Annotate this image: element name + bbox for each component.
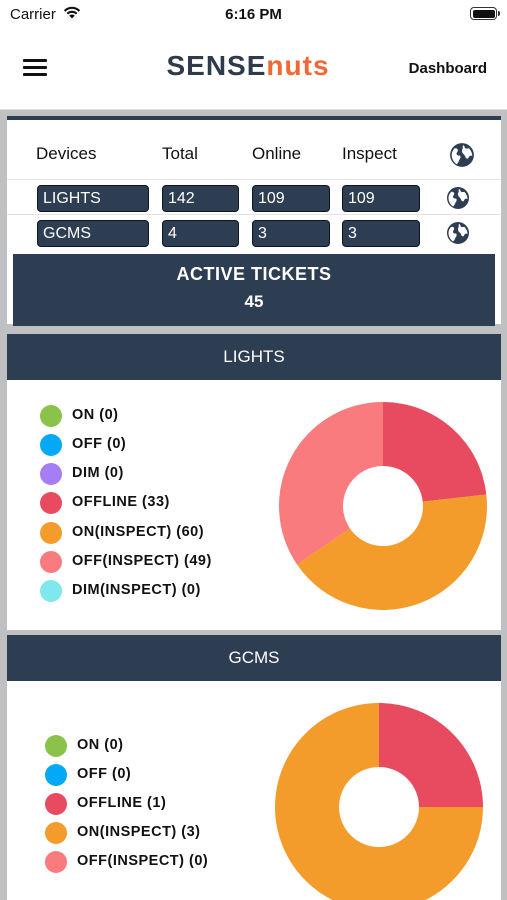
logo-text-nuts: nuts (266, 50, 330, 81)
legend-dot (40, 522, 62, 544)
legend-dot (45, 735, 67, 757)
dashboard-scroll-area[interactable]: Devices Total Online Inspect LIGHTS 142 … (0, 110, 507, 900)
lights-chart-card: LIGHTS ON (0) OFF (0) DIM (0) OFFLINE (3… (7, 334, 501, 630)
legend-dot (45, 851, 67, 873)
legend-label: OFFLINE (1) (77, 795, 167, 811)
donut-hole (343, 466, 423, 546)
lights-donut-chart[interactable] (277, 400, 489, 612)
legend-dot (40, 492, 62, 514)
legend-dot (45, 764, 67, 786)
device-summary-card: Devices Total Online Inspect LIGHTS 142 … (7, 116, 501, 326)
globe-icon[interactable] (446, 221, 470, 245)
header-total: Total (162, 144, 198, 163)
active-tickets-panel[interactable]: ACTIVE TICKETS 45 (13, 254, 495, 326)
nav-bar: SENSEnuts Dashboard (0, 28, 507, 110)
legend-label: ON (0) (77, 737, 124, 753)
inspect-gcms[interactable]: 3 (342, 220, 420, 247)
legend-label: ON(INSPECT) (3) (77, 824, 201, 840)
inspect-lights[interactable]: 109 (342, 185, 420, 212)
legend-dot (40, 463, 62, 485)
header-devices: Devices (36, 144, 97, 163)
lights-card-title: LIGHTS (7, 334, 501, 380)
header-inspect: Inspect (342, 144, 397, 163)
clock: 6:16 PM (225, 6, 282, 23)
device-name-gcms[interactable]: GCMS (37, 220, 149, 247)
legend-label: OFF(INSPECT) (49) (72, 553, 212, 569)
legend-label: OFF (0) (77, 766, 132, 782)
legend-label: ON(INSPECT) (60) (72, 524, 205, 540)
legend-label: ON (0) (72, 407, 119, 423)
legend-label: OFF(INSPECT) (0) (77, 853, 209, 869)
donut-hole (339, 767, 419, 847)
summary-table-header: Devices Total Online Inspect (7, 126, 501, 180)
legend-dot (45, 793, 67, 815)
battery-icon (470, 7, 500, 20)
legend-dot (40, 434, 62, 456)
legend-label: OFFLINE (33) (72, 494, 170, 510)
dashboard-link[interactable]: Dashboard (409, 60, 487, 77)
legend-dot (40, 551, 62, 573)
gcms-chart-card: GCMS ON (0) OFF (0) OFFLINE (1) ON(INSPE… (7, 635, 501, 900)
globe-icon[interactable] (446, 186, 470, 210)
legend-label: DIM(INSPECT) (0) (72, 582, 201, 598)
gcms-donut-chart[interactable] (273, 701, 485, 900)
globe-icon[interactable] (449, 142, 475, 168)
legend-dot (40, 580, 62, 602)
device-name-lights[interactable]: LIGHTS (37, 185, 149, 212)
active-tickets-label: ACTIVE TICKETS (176, 264, 332, 284)
header-online: Online (252, 144, 302, 163)
total-lights[interactable]: 142 (162, 185, 239, 212)
table-row-gcms[interactable]: GCMS 4 3 3 (7, 215, 501, 250)
gcms-card-title: GCMS (7, 635, 501, 681)
active-tickets-count: 45 (244, 292, 264, 311)
legend-label: DIM (0) (72, 465, 124, 481)
legend-label: OFF (0) (72, 436, 127, 452)
total-gcms[interactable]: 4 (162, 220, 239, 247)
status-bar: Carrier 6:16 PM (0, 0, 507, 28)
logo-text-sense: SENSE (166, 50, 267, 81)
online-lights[interactable]: 109 (252, 185, 330, 212)
online-gcms[interactable]: 3 (252, 220, 330, 247)
table-row-lights[interactable]: LIGHTS 142 109 109 (7, 180, 501, 215)
legend-dot (40, 405, 62, 427)
legend-dot (45, 822, 67, 844)
